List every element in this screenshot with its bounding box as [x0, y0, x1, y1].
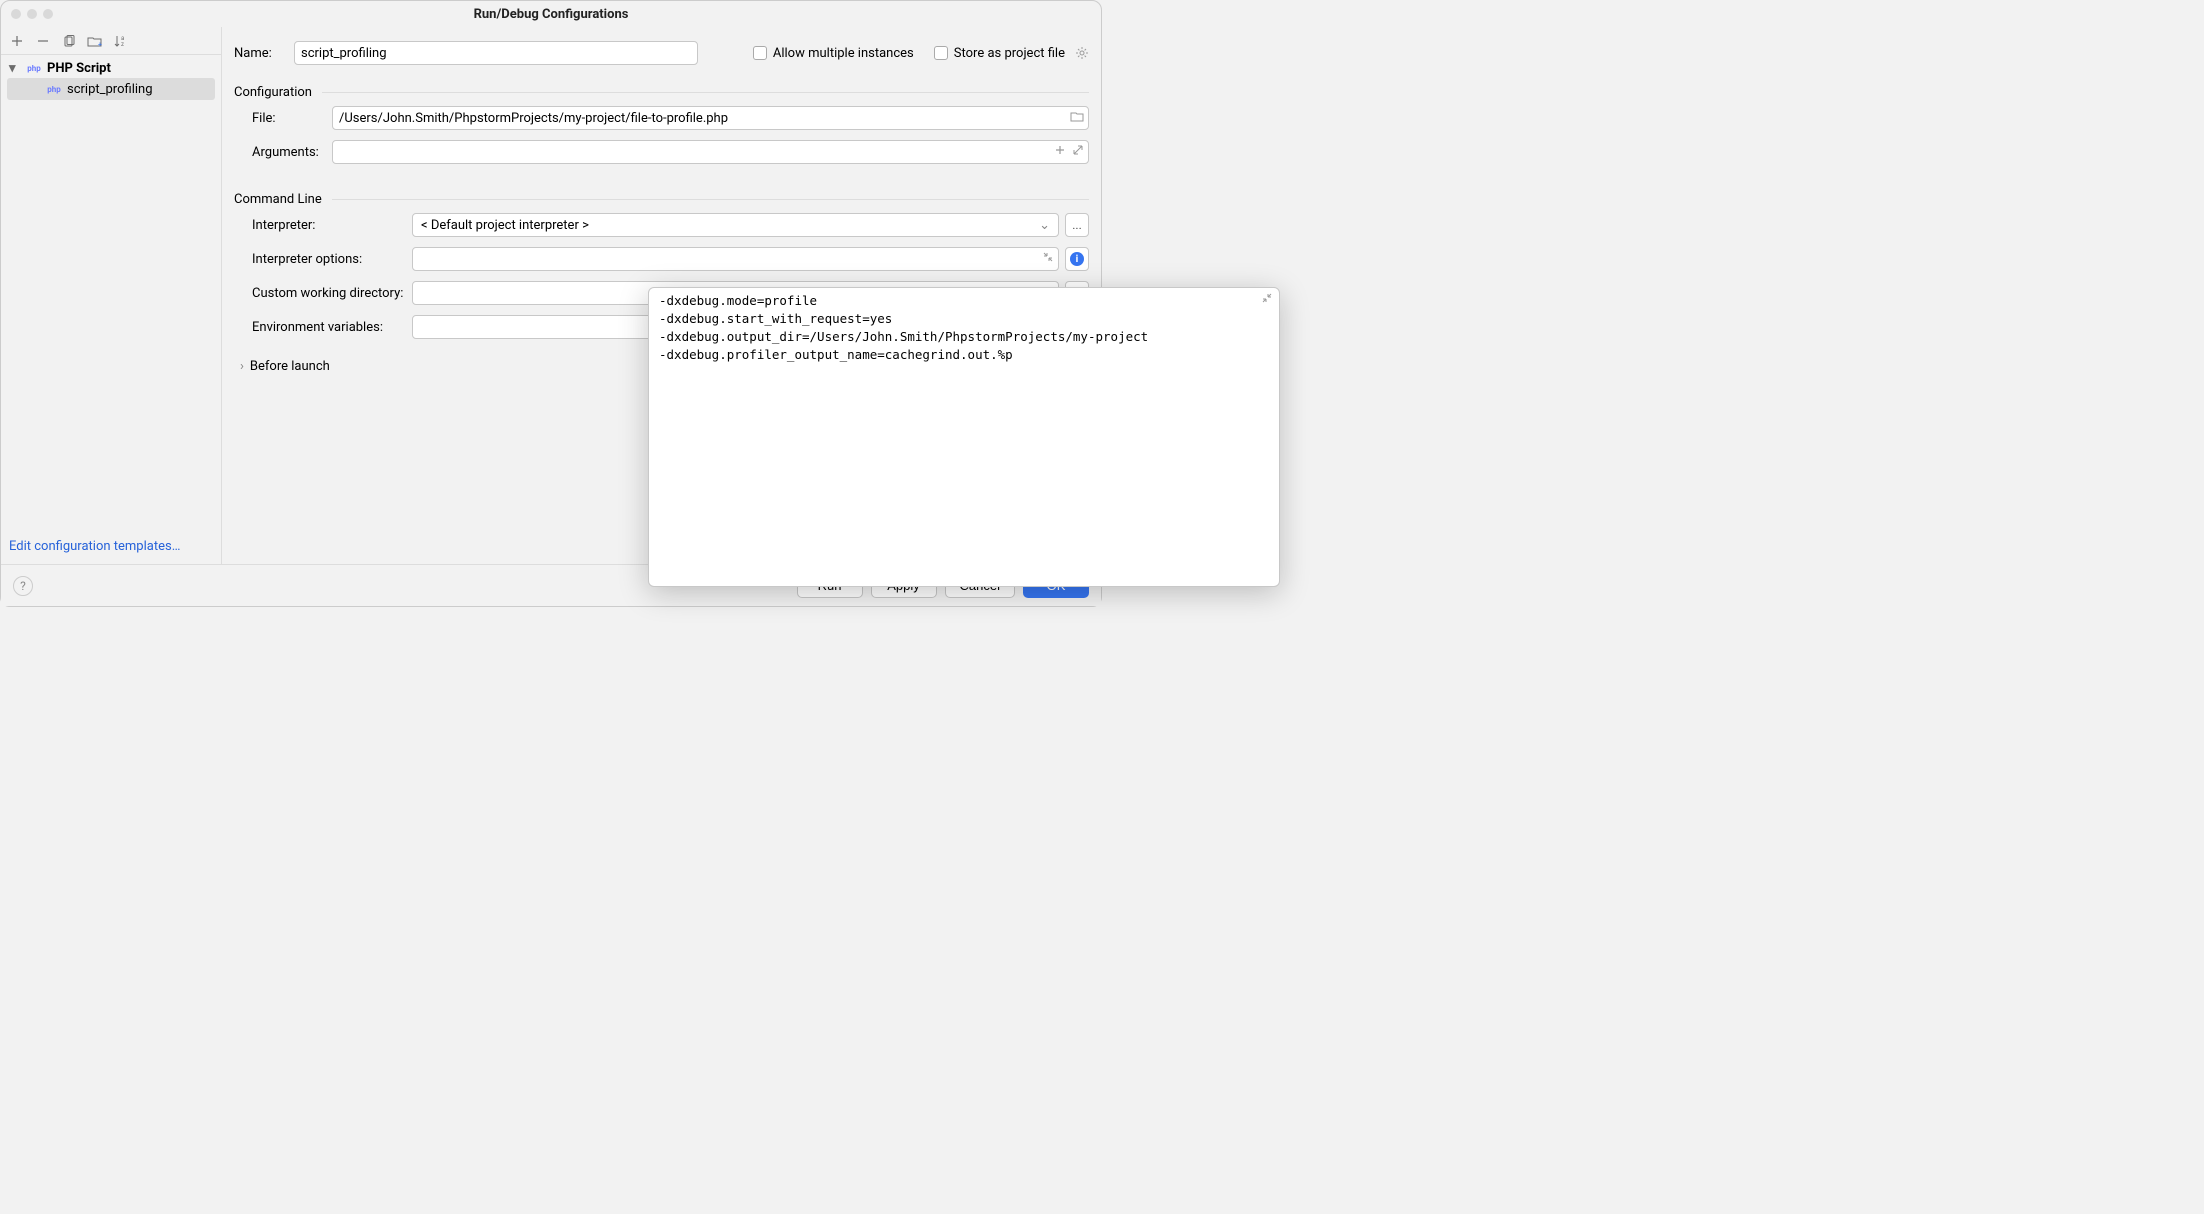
interpreter-options-popup: -dxdebug.mode=profile -dxdebug.start_wit…: [648, 287, 1280, 587]
add-icon[interactable]: [9, 33, 25, 49]
sidebar: + az ▾ php PHP Script php script_profili…: [1, 27, 222, 564]
file-label: File:: [234, 111, 332, 126]
arguments-label: Arguments:: [234, 145, 332, 160]
main-split: + az ▾ php PHP Script php script_profili…: [1, 27, 1101, 564]
chevron-right-icon: ›: [240, 359, 244, 374]
insert-macro-icon[interactable]: [1054, 144, 1066, 156]
arguments-input[interactable]: [332, 140, 1089, 164]
env-label: Environment variables:: [234, 320, 412, 335]
run-debug-config-window: Run/Debug Configurations + az: [0, 0, 1102, 607]
traffic-lights: [11, 9, 53, 19]
collapse-popup-icon[interactable]: [1261, 292, 1273, 304]
checkbox-icon: [753, 46, 767, 60]
php-icon: php: [45, 85, 63, 94]
interpreter-browse-button[interactable]: ...: [1065, 213, 1089, 237]
allow-multiple-label: Allow multiple instances: [773, 46, 914, 61]
configuration-section: Configuration: [234, 85, 1089, 100]
configuration-label: Configuration: [234, 85, 312, 100]
help-button[interactable]: ?: [13, 576, 33, 596]
file-input[interactable]: [332, 106, 1089, 130]
chevron-down-icon: ▾: [9, 61, 21, 76]
edit-templates-link[interactable]: Edit configuration templates…: [9, 539, 180, 554]
window-title: Run/Debug Configurations: [11, 7, 1091, 22]
svg-text:z: z: [121, 41, 124, 48]
tree-item-script-profiling[interactable]: php script_profiling: [7, 78, 215, 100]
folder-browse-icon[interactable]: [1070, 110, 1084, 122]
config-tree: ▾ php PHP Script php script_profiling: [1, 55, 221, 531]
checkbox-icon: [934, 46, 948, 60]
name-input[interactable]: [294, 41, 698, 65]
tree-item-label: script_profiling: [67, 82, 153, 97]
command-line-section: Command Line: [234, 192, 1089, 207]
name-row: Name: Allow multiple instances Store as …: [234, 41, 1089, 65]
remove-icon[interactable]: [35, 33, 51, 49]
interpreter-options-label: Interpreter options:: [234, 252, 412, 267]
collapse-icon[interactable]: [1042, 251, 1054, 263]
close-window-icon[interactable]: [11, 9, 21, 19]
info-icon: i: [1070, 252, 1084, 266]
interpreter-value: < Default project interpreter >: [421, 218, 589, 233]
interpreter-dropdown[interactable]: < Default project interpreter > ⌄: [412, 213, 1059, 237]
zoom-window-icon[interactable]: [43, 9, 53, 19]
interpreter-options-input[interactable]: [412, 247, 1059, 271]
info-button[interactable]: i: [1065, 247, 1089, 271]
php-icon: php: [25, 64, 43, 73]
copy-icon[interactable]: [61, 33, 77, 49]
command-line-label: Command Line: [234, 192, 322, 207]
store-project-label: Store as project file: [954, 46, 1065, 61]
gear-icon[interactable]: [1075, 46, 1089, 60]
tree-root-label: PHP Script: [47, 61, 111, 76]
before-launch-label: Before launch: [250, 359, 330, 374]
folder-icon[interactable]: +: [87, 33, 103, 49]
sidebar-toolbar: + az: [1, 27, 221, 55]
tree-root-php-script[interactable]: ▾ php PHP Script: [7, 59, 215, 78]
interpreter-label: Interpreter:: [234, 218, 412, 233]
minimize-window-icon[interactable]: [27, 9, 37, 19]
content-panel: Name: Allow multiple instances Store as …: [222, 27, 1101, 564]
sidebar-footer: Edit configuration templates…: [1, 531, 221, 564]
titlebar: Run/Debug Configurations: [1, 1, 1101, 27]
interpreter-options-textarea[interactable]: -dxdebug.mode=profile -dxdebug.start_wit…: [659, 292, 1269, 582]
name-label: Name:: [234, 46, 282, 61]
svg-text:+: +: [98, 41, 102, 48]
sort-az-icon[interactable]: az: [113, 33, 129, 49]
allow-multiple-checkbox[interactable]: Allow multiple instances: [753, 46, 914, 61]
cwd-label: Custom working directory:: [234, 286, 412, 301]
expand-icon[interactable]: [1072, 144, 1084, 156]
chevron-down-icon: ⌄: [1039, 218, 1050, 233]
store-project-checkbox[interactable]: Store as project file: [934, 46, 1089, 61]
